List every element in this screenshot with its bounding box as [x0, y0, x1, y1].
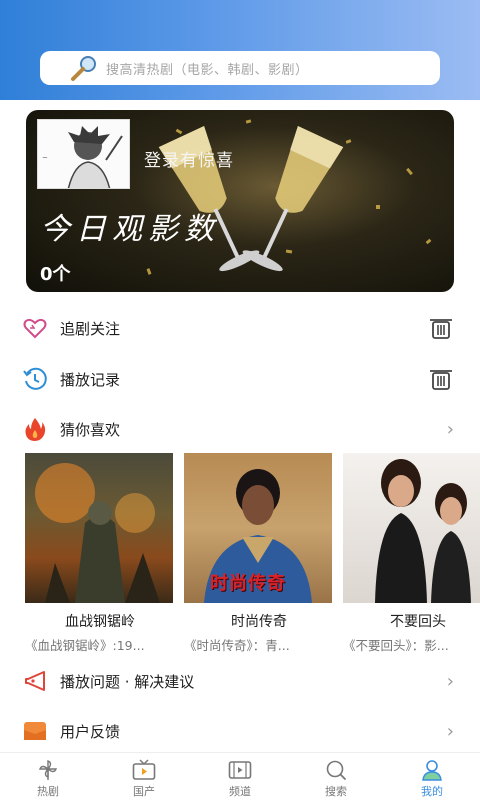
feedback-label: 用户反馈 — [60, 722, 121, 741]
card-title: 不要回头 — [390, 614, 446, 630]
history-clock-icon — [23, 367, 47, 390]
heart-icon — [23, 318, 47, 339]
issue-row[interactable]: 播放问题 · 解决建议 › — [0, 656, 480, 706]
login-prompt[interactable]: 登录有惊喜 — [144, 146, 234, 171]
poster-image — [343, 453, 480, 603]
tab-label: 我的 — [421, 785, 443, 798]
tab-label: 国产 — [133, 785, 155, 798]
pinwheel-icon — [38, 759, 58, 780]
recommendation-card[interactable]: 血战钢锯岭 《血战钢锯岭》:19... — [25, 453, 175, 653]
search-bar[interactable]: 搜高清热剧（电影、韩剧、影剧） — [40, 51, 440, 85]
avatar[interactable]: ~ — [37, 119, 130, 189]
issue-label: 播放问题 · 解决建议 — [60, 672, 195, 691]
card-desc: 《时尚传奇》：青... — [184, 638, 290, 653]
chevron-right-icon[interactable]: › — [447, 671, 454, 692]
tab-label: 搜索 — [325, 785, 347, 798]
tv-icon — [132, 759, 156, 780]
bottom-tab-bar: 热剧 国产 频道 搜索 我的 — [0, 752, 480, 800]
search-placeholder: 搜高清热剧（电影、韩剧、影剧） — [106, 62, 309, 78]
card-desc: 《不要回头》：影... — [343, 638, 449, 653]
tab-search[interactable]: 搜索 — [288, 753, 384, 800]
history-row[interactable]: 播放记录 — [0, 354, 480, 404]
flame-icon — [25, 418, 46, 441]
daily-watch-title: 今日观影数 — [40, 212, 220, 247]
feedback-row[interactable]: 用户反馈 › — [0, 706, 480, 756]
poster-image — [25, 453, 173, 603]
follow-row[interactable]: 追剧关注 — [0, 303, 480, 353]
tab-hot[interactable]: 热剧 — [0, 753, 96, 800]
poster-image: 时尚传奇 — [184, 453, 332, 603]
card-desc: 《血战钢锯岭》:19... — [25, 638, 145, 653]
guess-label: 猜你喜欢 — [60, 420, 121, 439]
guess-row[interactable]: 猜你喜欢 › — [0, 404, 480, 454]
card-title: 血战钢锯岭 — [65, 614, 135, 630]
mail-icon — [24, 722, 46, 740]
recommendation-card[interactable]: 时尚传奇 时尚传奇 《时尚传奇》：青... — [184, 453, 334, 653]
megaphone-icon — [25, 671, 45, 691]
history-label: 播放记录 — [60, 370, 121, 389]
tab-label: 热剧 — [37, 785, 59, 798]
search-icon — [326, 760, 346, 780]
daily-watch-banner[interactable]: ~ 登录有惊喜 今日观影数 0个 — [26, 110, 454, 292]
chevron-right-icon[interactable]: › — [447, 419, 454, 440]
trash-icon[interactable] — [428, 315, 454, 341]
card-title: 时尚传奇 — [231, 614, 287, 630]
recommendation-card[interactable]: 不要回头 《不要回头》：影... — [343, 453, 480, 653]
daily-watch-count: 0个 — [40, 264, 71, 285]
svg-text:~: ~ — [42, 154, 48, 162]
trash-icon[interactable] — [428, 366, 454, 392]
tab-channel[interactable]: 频道 — [192, 753, 288, 800]
chevron-right-icon[interactable]: › — [447, 721, 454, 742]
recommendation-list: 血战钢锯岭 《血战钢锯岭》:19... 时尚传奇 时尚传奇 《时尚传奇》：青..… — [25, 453, 480, 653]
user-icon — [422, 760, 442, 781]
tab-label: 频道 — [229, 785, 251, 798]
header: 搜高清热剧（电影、韩剧、影剧） — [0, 0, 480, 100]
film-icon — [228, 761, 252, 779]
follow-label: 追剧关注 — [60, 319, 121, 338]
tab-domestic[interactable]: 国产 — [96, 753, 192, 800]
tab-mine[interactable]: 我的 — [384, 753, 480, 800]
search-icon — [71, 56, 96, 81]
poster-tag: 时尚传奇 — [210, 573, 286, 594]
